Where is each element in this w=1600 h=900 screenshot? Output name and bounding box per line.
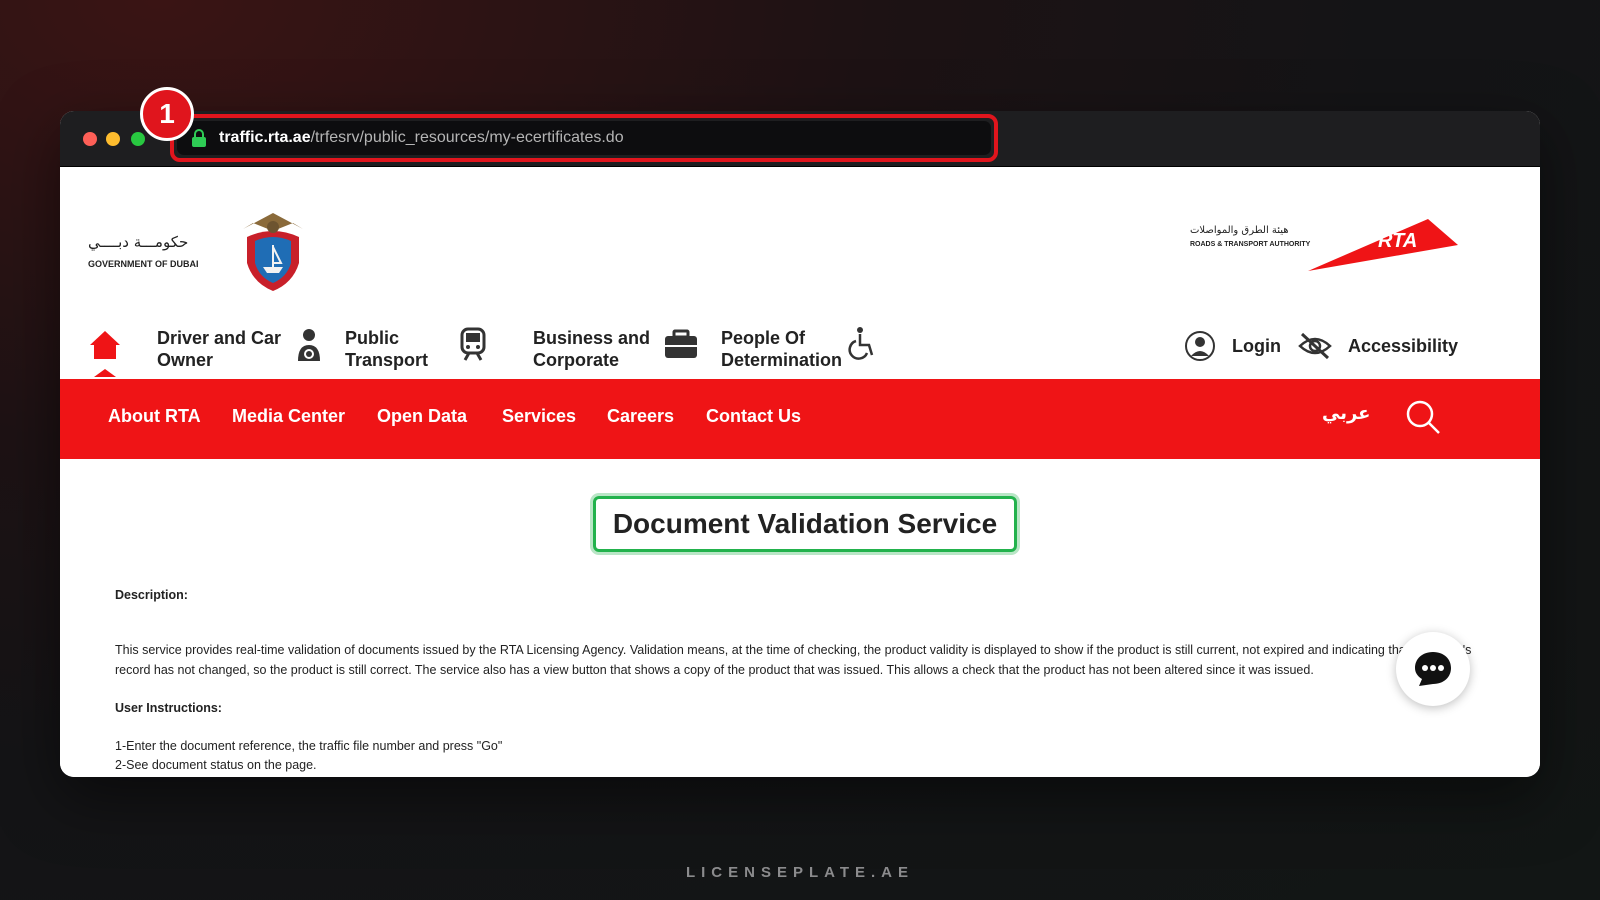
footer-brand: LICENSEPLATE.AE xyxy=(685,864,915,881)
page-title: Document Validation Service xyxy=(612,508,998,539)
chat-button[interactable] xyxy=(1396,632,1470,706)
url-path: /trfesrv/public_resources/my-ecertificat… xyxy=(310,129,624,146)
nav-label: Driver and Car Owner xyxy=(157,327,281,371)
gov-logo-arabic: حكومـــة دبــــي xyxy=(88,233,189,251)
rta-logo-arabic: هيئة الطرق والمواصلات xyxy=(1190,225,1289,236)
nav-label: Public Transport xyxy=(345,327,445,371)
menu-media-center[interactable]: Media Center xyxy=(232,406,345,427)
web-page: حكومـــة دبــــي GOVERNMENT OF DUBAI هيئ… xyxy=(60,167,1540,777)
instructions-heading: User Instructions: xyxy=(115,701,222,715)
eye-slash-icon xyxy=(1298,332,1332,360)
rta-logo-mark: RTA xyxy=(1308,219,1458,271)
nav-people-of-determination[interactable]: People Of Determination xyxy=(721,327,876,371)
government-of-dubai-logo[interactable]: حكومـــة دبــــي GOVERNMENT OF DUBAI xyxy=(88,211,303,293)
menu-about-rta[interactable]: About RTA xyxy=(108,406,201,427)
menu-careers[interactable]: Careers xyxy=(607,406,674,427)
login-label: Login xyxy=(1232,335,1281,356)
instruction-step: 1-Enter the document reference, the traf… xyxy=(115,739,503,753)
rta-logo[interactable]: هيئة الطرق والمواصلات ROADS & TRANSPORT … xyxy=(1190,217,1458,273)
close-window-button[interactable] xyxy=(83,132,97,146)
description-text: This service provides real-time validati… xyxy=(115,643,1472,677)
minimize-window-button[interactable] xyxy=(106,132,120,146)
nav-label: People Of Determination xyxy=(721,327,842,371)
rta-logo-english: ROADS & TRANSPORT AUTHORITY xyxy=(1190,241,1311,248)
address-bar-highlight: traffic.rta.ae/trfesrv/public_resources/… xyxy=(170,114,998,162)
maximize-window-button[interactable] xyxy=(131,132,145,146)
user-circle-icon xyxy=(1185,331,1215,361)
wheelchair-icon xyxy=(848,327,874,360)
gov-logo-english: GOVERNMENT OF DUBAI xyxy=(88,259,199,269)
dubai-emblem-icon xyxy=(243,213,303,291)
browser-window: traffic.rta.ae/trfesrv/public_resources/… xyxy=(60,111,1540,777)
accessibility-label: Accessibility xyxy=(1348,335,1459,356)
home-icon[interactable] xyxy=(88,329,122,379)
nav-label-line: Public xyxy=(345,328,400,348)
lock-icon xyxy=(192,129,206,147)
description-heading: Description: xyxy=(115,588,188,602)
page-title-highlight: Document Validation Service xyxy=(593,496,1017,552)
instruction-step: 2-See document status on the page. xyxy=(115,758,317,772)
step-number-badge: 1 xyxy=(140,87,194,141)
menu-services[interactable]: Services xyxy=(502,406,576,427)
nav-label-line: People Of xyxy=(721,328,806,348)
rta-mark-text: RTA xyxy=(1378,230,1417,252)
arabic-language-link[interactable]: عربي xyxy=(1322,403,1370,424)
nav-label-line: Business and xyxy=(533,328,651,348)
nav-label-line: Driver and Car xyxy=(157,328,282,348)
train-icon xyxy=(460,327,486,361)
nav-public-transport[interactable]: Public Transport xyxy=(345,327,487,371)
nav-label-line: Transport xyxy=(345,350,429,370)
browser-titlebar: traffic.rta.ae/trfesrv/public_resources/… xyxy=(60,111,1540,167)
main-menu-bar: About RTA Media Center Open Data Service… xyxy=(60,379,1540,459)
menu-open-data[interactable]: Open Data xyxy=(377,406,467,427)
briefcase-icon xyxy=(665,329,698,358)
nav-label: Business and Corporate xyxy=(533,327,650,371)
login-link[interactable]: Login xyxy=(1184,330,1281,362)
search-icon[interactable] xyxy=(1405,399,1441,435)
url-host: traffic.rta.ae xyxy=(219,129,311,146)
chat-icon xyxy=(1415,652,1451,686)
audience-navigation: Driver and Car Owner Public Transport Bu… xyxy=(60,325,1540,379)
person-icon xyxy=(298,329,321,361)
nav-label-line: Owner xyxy=(157,350,214,370)
accessibility-link[interactable]: Accessibility xyxy=(1298,330,1458,362)
nav-label-line: Determination xyxy=(721,350,843,370)
address-bar[interactable]: traffic.rta.ae/trfesrv/public_resources/… xyxy=(177,121,991,155)
nav-driver-and-car-owner[interactable]: Driver and Car Owner xyxy=(157,327,323,371)
menu-contact-us[interactable]: Contact Us xyxy=(706,406,801,427)
nav-label-line: Corporate xyxy=(533,350,620,370)
nav-business-and-corporate[interactable]: Business and Corporate xyxy=(533,327,698,371)
